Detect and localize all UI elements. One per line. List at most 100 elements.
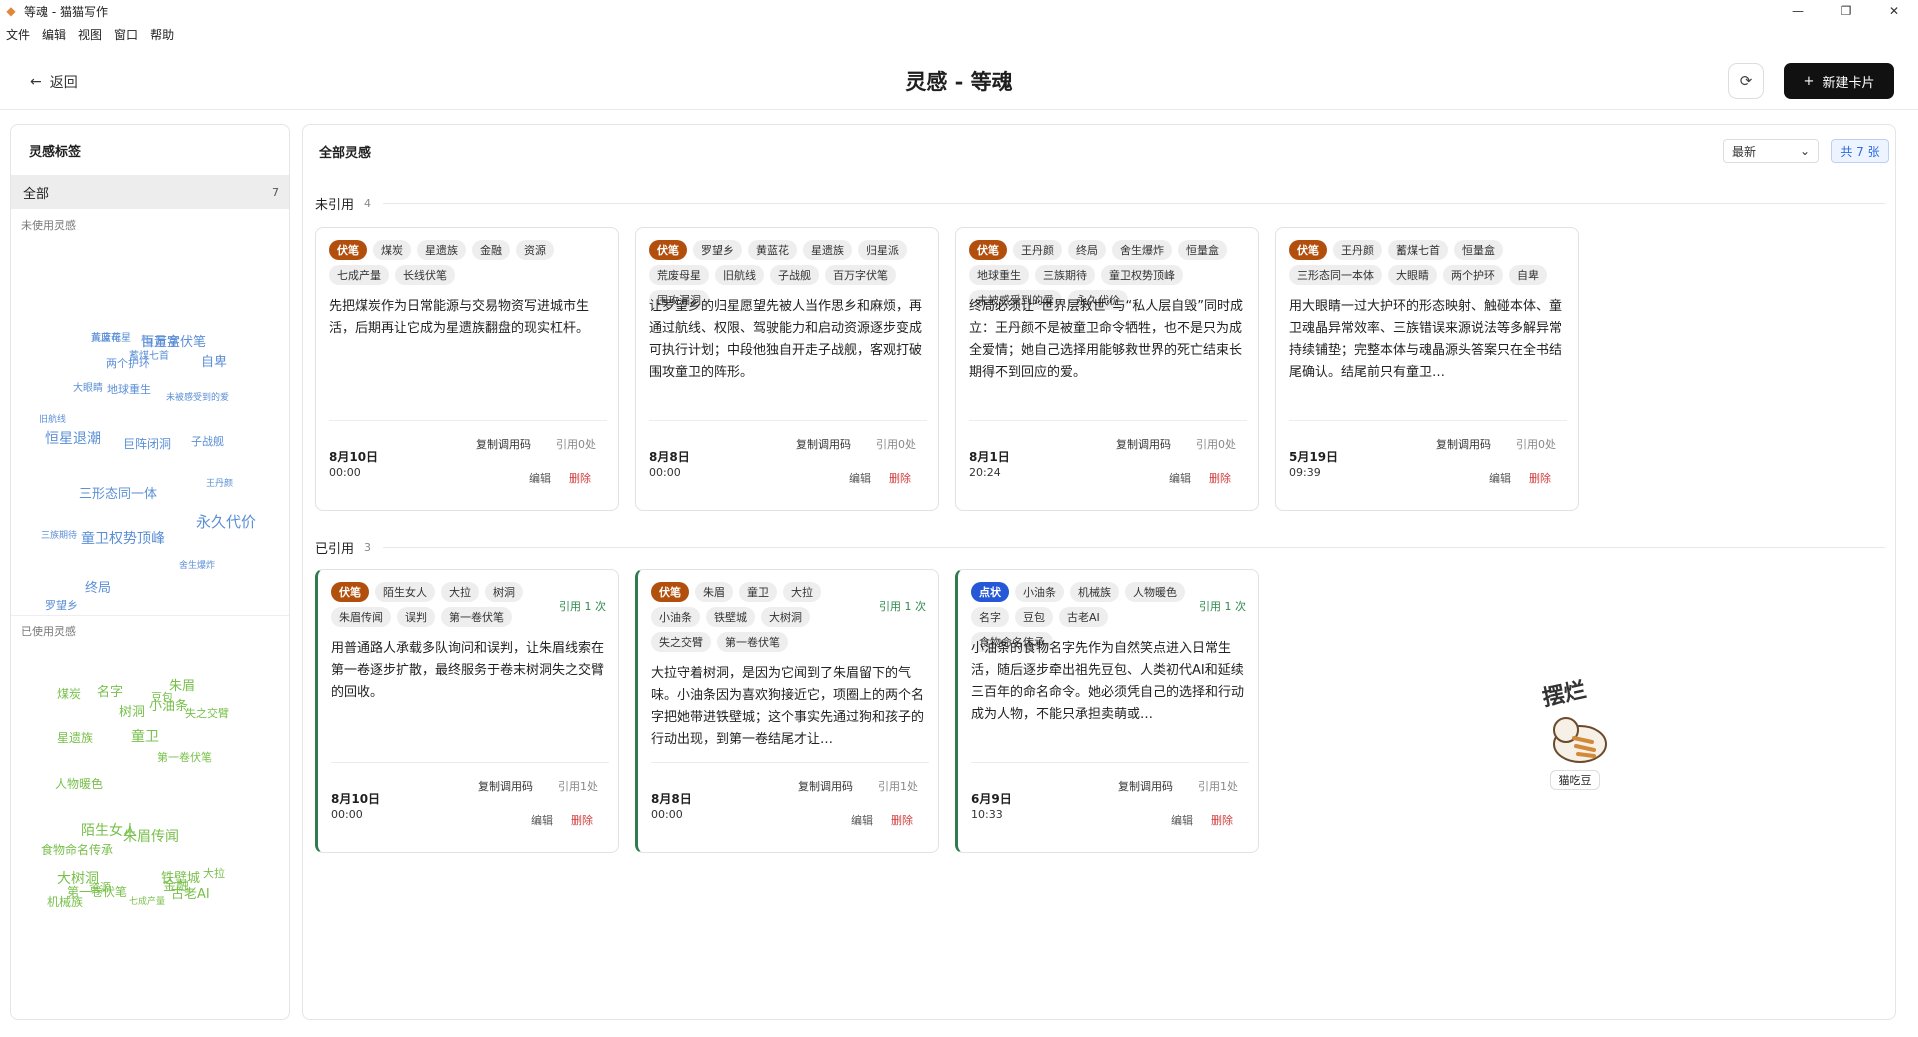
unused-tag[interactable]: 自卑 — [201, 355, 227, 371]
card-tag[interactable]: 荒废母星 — [649, 265, 709, 285]
inspiration-card[interactable]: 伏笔 煤炭 星遗族 金融 资源 七成产量 长线伏笔 先把煤炭作为日常能源与交易物资写进城市生活… — [315, 227, 619, 511]
card-tag[interactable]: 三族期待 — [1035, 265, 1095, 285]
unused-tag[interactable]: 大眼睛 — [73, 383, 103, 395]
delete-button[interactable]: 删除 — [1529, 470, 1551, 486]
unused-tag[interactable]: 旧航线 — [39, 415, 66, 426]
used-tag[interactable]: 七成产量 — [129, 897, 165, 908]
refresh-button[interactable]: ⟳ — [1728, 63, 1764, 99]
used-tag[interactable]: 小油条 — [149, 699, 188, 715]
card-tag[interactable]: 误判 — [397, 607, 435, 627]
unused-tag[interactable]: 子战舰 — [191, 435, 224, 448]
card-tag[interactable]: 大眼睛 — [1388, 265, 1437, 285]
card-tag[interactable]: 自卑 — [1509, 265, 1547, 285]
edit-button[interactable]: 编辑 — [1169, 470, 1191, 486]
card-tag[interactable]: 王丹颜 — [1333, 240, 1382, 260]
used-tag[interactable]: 星遗族 — [57, 731, 93, 745]
delete-button[interactable]: 删除 — [571, 812, 593, 828]
copy-code-button[interactable]: 复制调用码 — [1436, 436, 1491, 452]
unused-tag[interactable]: 两个护环 — [106, 357, 150, 370]
edit-button[interactable]: 编辑 — [1171, 812, 1193, 828]
used-tag[interactable]: 树洞 — [119, 705, 145, 721]
used-tag[interactable]: 名字 — [97, 685, 123, 701]
restore-icon[interactable]: ❐ — [1822, 0, 1870, 22]
card-tag[interactable]: 大树洞 — [761, 607, 810, 627]
card-tag[interactable]: 豆包 — [1015, 607, 1053, 627]
card-tag[interactable]: 古老AI — [1059, 607, 1108, 627]
unused-tag[interactable]: 恒星退潮 — [45, 431, 101, 448]
delete-button[interactable]: 删除 — [1209, 470, 1231, 486]
edit-button[interactable]: 编辑 — [849, 470, 871, 486]
card-type-badge[interactable]: 伏笔 — [329, 240, 367, 260]
inspiration-card[interactable]: 伏笔 王丹颜 蓄煤七首 恒量盒 三形态同一本体 大眼睛 两个护环 自卑 用大眼睛一过大护环的形态… — [1275, 227, 1579, 511]
card-type-badge[interactable]: 伏笔 — [969, 240, 1007, 260]
sidebar-item-all[interactable]: 全部 7 — [11, 175, 289, 209]
card-tag[interactable]: 三形态同一本体 — [1289, 265, 1382, 285]
card-tag[interactable]: 罗望乡 — [693, 240, 742, 260]
card-tag[interactable]: 恒量盒 — [1454, 240, 1503, 260]
card-tag[interactable]: 蓄煤七首 — [1388, 240, 1448, 260]
card-tag[interactable]: 旧航线 — [715, 265, 764, 285]
copy-code-button[interactable]: 复制调用码 — [476, 436, 531, 452]
used-tag[interactable]: 食物命名传承 — [41, 843, 113, 857]
unused-tag[interactable]: 终局 — [85, 581, 111, 597]
card-tag[interactable]: 大拉 — [783, 582, 821, 602]
copy-code-button[interactable]: 复制调用码 — [796, 436, 851, 452]
card-tag[interactable]: 名字 — [971, 607, 1009, 627]
card-tag[interactable]: 黄蓝花 — [748, 240, 797, 260]
card-tag[interactable]: 人物暖色 — [1125, 582, 1185, 602]
card-tag[interactable]: 王丹颜 — [1013, 240, 1062, 260]
card-tag[interactable]: 童卫 — [739, 582, 777, 602]
card-tag[interactable]: 第一卷伏笔 — [441, 607, 512, 627]
edit-button[interactable]: 编辑 — [531, 812, 553, 828]
card-tag[interactable]: 两个护环 — [1443, 265, 1503, 285]
card-tag[interactable]: 煤炭 — [373, 240, 411, 260]
inspiration-card[interactable]: 伏笔 陌生女人 大拉 树洞 朱眉传闻 误判 第一卷伏笔 引用 1 次用普通路人承载多队询问和误… — [315, 569, 619, 853]
unused-tag[interactable]: 童卫权势顶峰 — [81, 531, 165, 548]
card-tag[interactable]: 资源 — [516, 240, 554, 260]
unused-tag[interactable]: 三形态同一体 — [79, 487, 157, 503]
unused-tag[interactable]: 荒废母星 — [91, 333, 131, 345]
copy-code-button[interactable]: 复制调用码 — [478, 778, 533, 794]
card-tag[interactable]: 舍生爆炸 — [1112, 240, 1172, 260]
inspiration-card[interactable]: 伏笔 朱眉 童卫 大拉 小油条 铁壁城 大树洞 失之交臂 第一卷伏笔 引用 1 次大拉守着树洞，是… — [635, 569, 939, 853]
new-card-button[interactable]: + 新建卡片 — [1784, 63, 1894, 99]
delete-button[interactable]: 删除 — [889, 470, 911, 486]
used-tag[interactable]: 第一卷伏笔 — [157, 751, 212, 764]
unused-tag[interactable]: 百万字伏笔 — [141, 335, 206, 351]
delete-button[interactable]: 删除 — [569, 470, 591, 486]
close-icon[interactable]: ✕ — [1870, 0, 1918, 22]
used-tag[interactable]: 朱眉传闻 — [123, 829, 179, 846]
used-tag[interactable]: 古老AI — [171, 887, 210, 903]
card-tag[interactable]: 百万字伏笔 — [825, 265, 896, 285]
used-tag[interactable]: 煤炭 — [57, 687, 81, 701]
menu-item[interactable]: 文件 — [0, 26, 36, 46]
edit-button[interactable]: 编辑 — [851, 812, 873, 828]
card-tag[interactable]: 星遗族 — [417, 240, 466, 260]
menu-item[interactable]: 帮助 — [144, 26, 180, 46]
inspiration-card[interactable]: 伏笔 王丹颜 终局 舍生爆炸 恒量盒 地球重生 三族期待 童卫权势顶峰 未被感受到的爱 永久代价终… — [955, 227, 1259, 511]
unused-tag[interactable]: 王丹颜 — [206, 479, 233, 490]
card-type-badge[interactable]: 伏笔 — [649, 240, 687, 260]
card-tag[interactable]: 终局 — [1068, 240, 1106, 260]
card-tag[interactable]: 小油条 — [1015, 582, 1064, 602]
used-tag[interactable]: 人物暖色 — [55, 777, 103, 791]
card-tag[interactable]: 陌生女人 — [375, 582, 435, 602]
delete-button[interactable]: 删除 — [891, 812, 913, 828]
menu-item[interactable]: 视图 — [72, 26, 108, 46]
edit-button[interactable]: 编辑 — [1489, 470, 1511, 486]
card-tag[interactable]: 七成产量 — [329, 265, 389, 285]
card-tag[interactable]: 机械族 — [1070, 582, 1119, 602]
card-tag[interactable]: 长线伏笔 — [395, 265, 455, 285]
card-tag[interactable]: 铁壁城 — [706, 607, 755, 627]
used-tag[interactable]: 大拉 — [203, 867, 225, 880]
used-tag[interactable]: 机械族 — [47, 895, 83, 909]
card-type-badge[interactable]: 伏笔 — [1289, 240, 1327, 260]
unused-tag[interactable]: 地球重生 — [107, 383, 151, 396]
card-tag[interactable]: 童卫权势顶峰 — [1101, 265, 1183, 285]
edit-button[interactable]: 编辑 — [529, 470, 551, 486]
card-tag[interactable]: 地球重生 — [969, 265, 1029, 285]
inspiration-card[interactable]: 点状 小油条 机械族 人物暖色 名字 豆包 古老AI 食物命名传承 引用 1 次小油条的食物名字… — [955, 569, 1259, 853]
unused-tag[interactable]: 舍生爆炸 — [179, 561, 215, 572]
unused-tag[interactable]: 罗望乡 — [45, 599, 78, 612]
copy-code-button[interactable]: 复制调用码 — [1116, 436, 1171, 452]
